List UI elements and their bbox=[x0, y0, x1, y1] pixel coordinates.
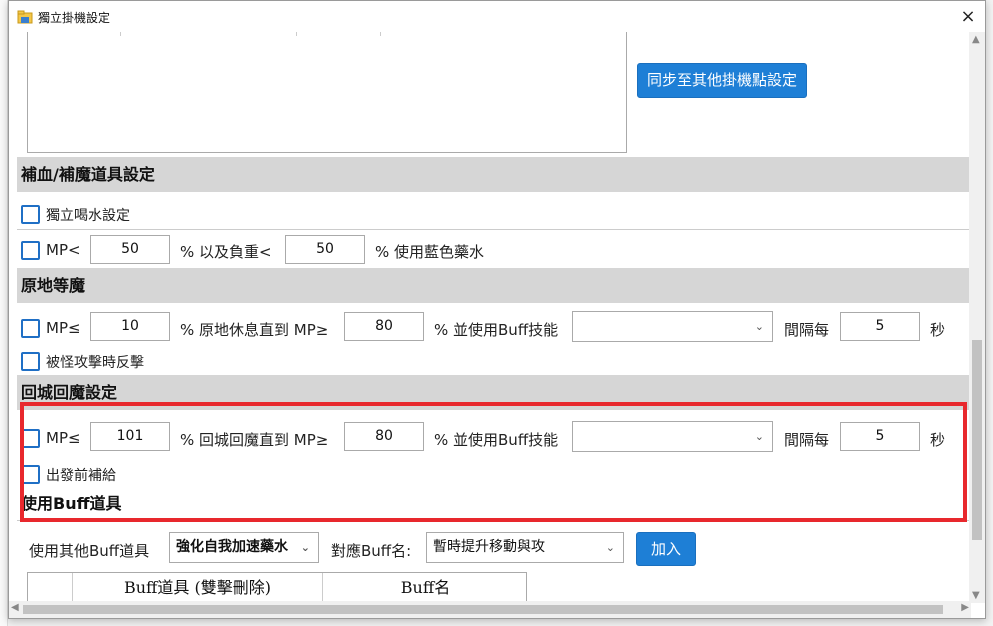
chevron-down-icon: ⌄ bbox=[605, 541, 615, 554]
section-header-buff: 使用Buff道具 bbox=[17, 487, 970, 521]
meditate-buff-label: % 並使用Buff技能 bbox=[434, 321, 559, 339]
independent-drink-checkbox[interactable] bbox=[21, 205, 40, 224]
return-interval-label: 間隔每 bbox=[784, 431, 830, 449]
buff-item-select[interactable]: 強化自我加速藥水 ⌄ bbox=[169, 532, 319, 563]
table-header-buff-item[interactable]: Buff道具 (雙擊刪除) bbox=[73, 573, 323, 603]
weight-label: % 以及負重< bbox=[180, 243, 272, 261]
chevron-down-icon: ⌄ bbox=[300, 541, 310, 554]
meditate-mp-input[interactable]: 10 bbox=[90, 312, 170, 341]
settings-content: 同步至其他掛機點設定 補血/補魔道具設定 獨立喝水設定 MP< 50 % 以及負… bbox=[9, 32, 971, 603]
meditate-sec-label: 秒 bbox=[930, 321, 946, 339]
notes-textarea[interactable] bbox=[27, 32, 627, 153]
meditate-rest-input[interactable]: 80 bbox=[344, 312, 424, 341]
buff-table: Buff道具 (雙擊刪除) Buff名 bbox=[27, 572, 527, 603]
mp-less-label: MP< bbox=[46, 241, 81, 259]
scroll-right-icon[interactable]: ▶ bbox=[961, 602, 969, 613]
return-buff-select[interactable]: ⌄ bbox=[572, 421, 773, 452]
return-sec-label: 秒 bbox=[930, 431, 946, 449]
hscrollbar-thumb[interactable] bbox=[23, 605, 943, 614]
meditate-interval-input[interactable]: 5 bbox=[840, 312, 920, 341]
add-buff-button[interactable]: 加入 bbox=[636, 532, 696, 566]
window-title: 獨立掛機設定 bbox=[38, 11, 111, 25]
meditate-buff-select[interactable]: ⌄ bbox=[572, 311, 773, 342]
scroll-left-icon[interactable]: ◀ bbox=[11, 602, 19, 613]
close-icon[interactable]: × bbox=[951, 1, 985, 32]
return-until-label: % 回城回魔直到 MP≥ bbox=[180, 431, 329, 449]
return-town-checkbox[interactable] bbox=[21, 429, 40, 448]
use-blue-potion-label: % 使用藍色藥水 bbox=[375, 243, 485, 261]
scroll-down-icon[interactable]: ▼ bbox=[972, 590, 980, 601]
return-buff-label: % 並使用Buff技能 bbox=[434, 431, 559, 449]
counter-attack-checkbox[interactable] bbox=[21, 352, 40, 371]
section-header-return: 回城回魔設定 bbox=[17, 375, 970, 410]
chevron-down-icon: ⌄ bbox=[754, 320, 764, 333]
horizontal-scrollbar[interactable]: ◀ ▶ bbox=[9, 601, 971, 618]
resupply-label: 出發前補給 bbox=[46, 468, 116, 484]
scroll-up-icon[interactable]: ▲ bbox=[972, 34, 980, 45]
folder-icon bbox=[17, 10, 33, 24]
meditate-checkbox[interactable] bbox=[21, 319, 40, 338]
return-mp-input[interactable]: 101 bbox=[90, 422, 170, 451]
resupply-checkbox[interactable] bbox=[21, 465, 40, 484]
background-window-edge bbox=[0, 0, 8, 626]
vertical-scrollbar[interactable]: ▲ ▼ bbox=[969, 32, 985, 603]
chevron-down-icon: ⌄ bbox=[754, 430, 764, 443]
section-header-meditate: 原地等魔 bbox=[17, 268, 970, 303]
meditate-interval-label: 間隔每 bbox=[784, 321, 830, 339]
table-header-buff-name[interactable]: Buff名 bbox=[323, 573, 526, 603]
mp-threshold-input[interactable]: 50 bbox=[90, 235, 170, 264]
counter-attack-label: 被怪攻擊時反擊 bbox=[46, 355, 144, 371]
corresponding-buff-label: 對應Buff名: bbox=[331, 542, 412, 560]
sync-settings-button[interactable]: 同步至其他掛機點設定 bbox=[637, 63, 807, 98]
section-header-potion: 補血/補魔道具設定 bbox=[17, 157, 970, 192]
use-other-buff-label: 使用其他Buff道具 bbox=[29, 542, 150, 560]
meditate-mp-label: MP≤ bbox=[46, 319, 81, 337]
weight-threshold-input[interactable]: 50 bbox=[285, 235, 365, 264]
rest-until-label: % 原地休息直到 MP≥ bbox=[180, 321, 329, 339]
table-header-blank bbox=[28, 573, 73, 603]
return-interval-input[interactable]: 5 bbox=[840, 422, 920, 451]
buff-name-select[interactable]: 暫時提升移動與攻 ⌄ bbox=[426, 532, 624, 563]
independent-drink-label: 獨立喝水設定 bbox=[46, 208, 130, 224]
title-bar: 獨立掛機設定 × bbox=[9, 1, 985, 32]
divider bbox=[17, 229, 970, 230]
scrollbar-thumb[interactable] bbox=[972, 340, 982, 540]
mp-blue-potion-checkbox[interactable] bbox=[21, 241, 40, 260]
return-mp-label: MP≤ bbox=[46, 429, 81, 447]
return-until-input[interactable]: 80 bbox=[344, 422, 424, 451]
settings-window: 獨立掛機設定 × 同步至其他掛機點設定 補血/補魔道具設定 獨立喝水設定 MP<… bbox=[8, 0, 986, 619]
